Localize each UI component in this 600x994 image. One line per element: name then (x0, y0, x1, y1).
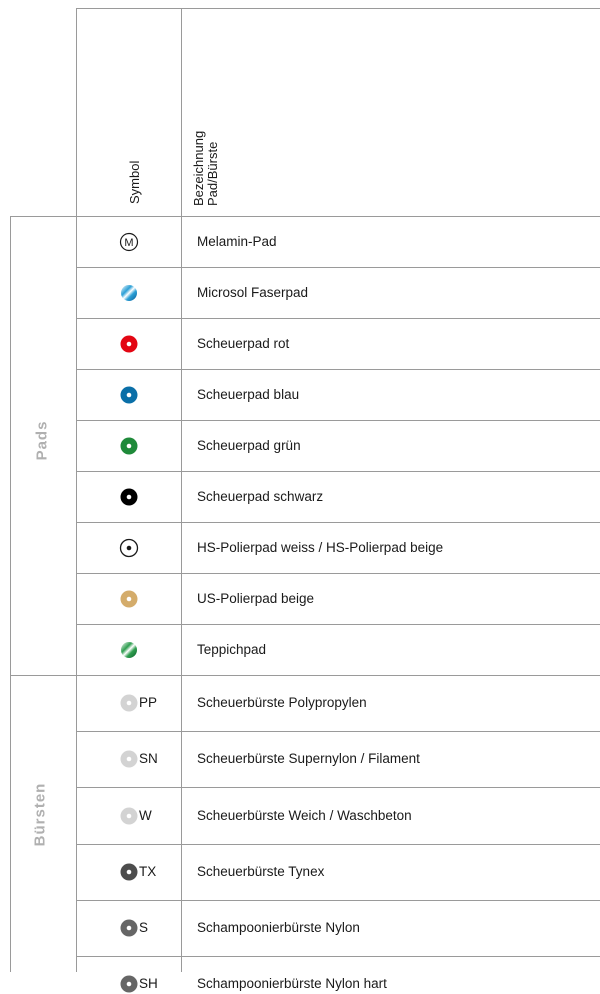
pad-label: US-Polierpad beige (197, 590, 315, 606)
row-divider (76, 787, 600, 789)
pad-red-icon (120, 335, 138, 352)
pad-label: Scheuerpad grün (197, 437, 301, 453)
pad-label: Scheuerpad rot (197, 335, 290, 351)
brush-light-icon (120, 750, 138, 768)
row-divider (10, 675, 600, 676)
brush-code: SH (139, 976, 158, 992)
group-label-pads: Pads (33, 420, 51, 461)
pad-black-icon (120, 488, 138, 505)
brush-code: TX (139, 863, 157, 879)
melamin-icon: M (119, 232, 139, 251)
pad-label: Teppichpad (197, 641, 267, 657)
row-divider (76, 318, 600, 319)
group-label-brushes: Bürsten (31, 782, 49, 847)
grid-line (181, 8, 182, 972)
row-divider (76, 843, 600, 845)
brush-code: SN (139, 751, 158, 767)
row-divider (76, 471, 600, 472)
header-name-line1: Bezeichnung (191, 130, 206, 206)
row-divider (76, 956, 600, 957)
grid-line (76, 8, 600, 9)
row-divider (10, 216, 600, 217)
row-divider (76, 624, 600, 625)
brush-label: Schampoonierbürste Nylon (197, 919, 360, 935)
row-divider (76, 573, 600, 574)
brush-light-icon (120, 694, 138, 712)
grid-line (10, 216, 11, 972)
brush-mid-icon (120, 919, 138, 937)
row-divider (76, 731, 600, 733)
header-symbol: Symbol (127, 160, 142, 204)
melamin-letter: M (124, 237, 133, 249)
grid-line (76, 8, 77, 972)
pad-white-icon (119, 538, 139, 557)
brush-code: S (139, 919, 149, 935)
brush-dark-icon (120, 863, 138, 881)
row-divider (76, 420, 600, 421)
pad-beige-icon (120, 590, 138, 607)
brush-code: W (139, 807, 152, 823)
header-name-line2: Pad/Bürste (205, 141, 220, 206)
brush-label: Scheuerbürste Tynex (197, 863, 325, 879)
brush-label: Schampoonierbürste Nylon hart (197, 976, 387, 992)
row-divider (76, 369, 600, 370)
brush-mid-icon (120, 975, 138, 993)
pad-brush-table: Symbol Bezeichnung Pad/Bürste Pads Bürst… (0, 0, 600, 993)
pad-label: Scheuerpad blau (197, 386, 300, 402)
pad-label: HS-Polierpad weiss / HS-Polierpad beige (197, 539, 444, 555)
row-divider (76, 899, 600, 901)
microsol-icon (121, 284, 137, 301)
brush-label: Scheuerbürste Weich / Waschbeton (197, 807, 412, 823)
teppich-icon (121, 641, 137, 658)
brush-light-icon (120, 807, 138, 824)
brush-label: Scheuerbürste Polypropylen (197, 695, 367, 711)
row-divider (76, 267, 600, 268)
row-divider (76, 522, 600, 523)
brush-label: Scheuerbürste Supernylon / Filament (197, 751, 420, 767)
pad-label: Melamin-Pad (197, 233, 277, 249)
brush-code: PP (139, 695, 158, 711)
pad-green-icon (120, 437, 138, 454)
pad-blue-icon (120, 386, 138, 403)
pad-label: Scheuerpad schwarz (197, 488, 324, 504)
pad-label: Microsol Faserpad (197, 284, 309, 300)
